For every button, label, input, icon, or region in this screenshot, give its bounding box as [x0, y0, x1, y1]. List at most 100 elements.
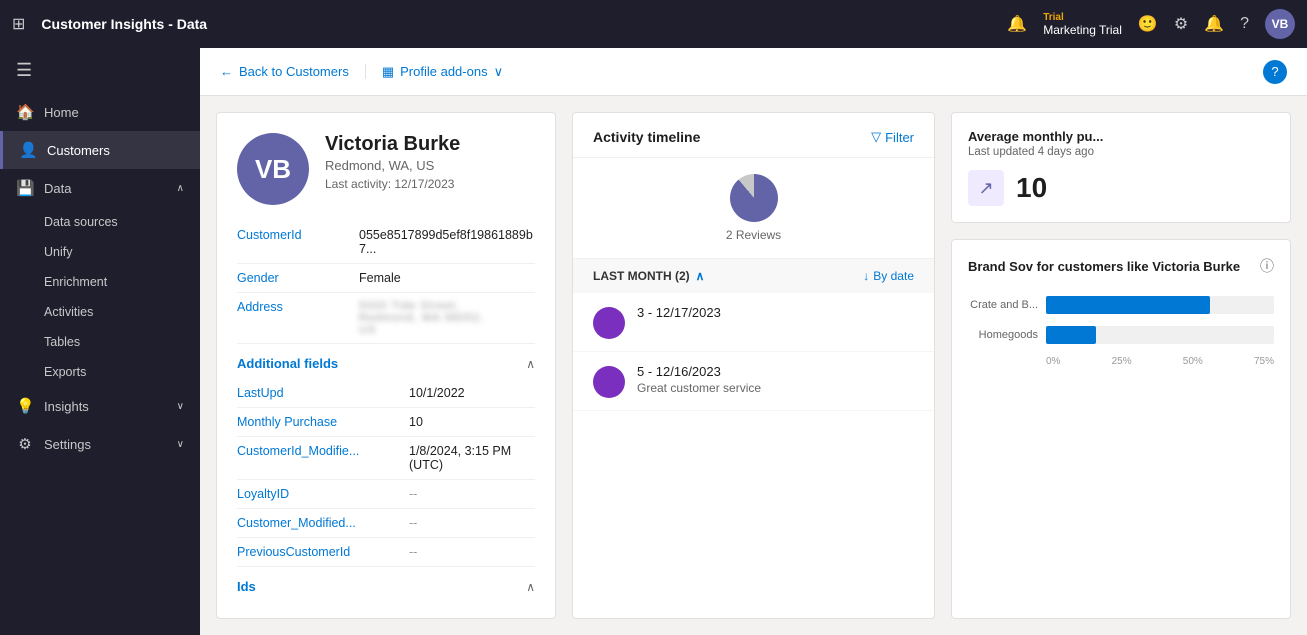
metric-card: Average monthly pu... Last updated 4 day… — [951, 112, 1291, 223]
add-field-customerid-modified: CustomerId_Modifie... 1/8/2024, 3:15 PM … — [237, 437, 535, 480]
user-avatar[interactable]: VB — [1265, 9, 1295, 39]
entry-title-0: 3 - 12/17/2023 — [637, 305, 721, 320]
sidebar-subitem-enrichment[interactable]: Enrichment — [0, 267, 200, 297]
sidebar-item-customers[interactable]: 👤 Customers — [0, 131, 200, 169]
brand-chart-title: Brand Sov for customers like Victoria Bu… — [968, 259, 1240, 274]
metric-value-row: ↗ 10 — [968, 170, 1274, 206]
bar-fill-0 — [1046, 296, 1210, 314]
timeline-entry-0: 3 - 12/17/2023 — [573, 293, 934, 352]
customerid-label: CustomerId — [237, 228, 347, 256]
by-date-button[interactable]: ↓ By date — [863, 269, 914, 283]
sidebar-label-settings: Settings — [44, 437, 167, 452]
main-layout: ☰ 🏠 Home 👤 Customers 💾 Data ∧ Data sourc… — [0, 48, 1307, 635]
bar-brand-label-0: Crate and B... — [968, 299, 1038, 311]
settings-nav-icon[interactable]: ⚙ — [1174, 14, 1188, 34]
field-row-customerid: CustomerId 055e8517899d5ef8f19861889b7..… — [237, 221, 535, 264]
bell-icon[interactable]: 🔔 — [1204, 14, 1224, 34]
trial-name: Marketing Trial — [1043, 23, 1122, 37]
add-field-previous-customerid: PreviousCustomerId -- — [237, 538, 535, 567]
sidebar: ☰ 🏠 Home 👤 Customers 💾 Data ∧ Data sourc… — [0, 48, 200, 635]
profile-addons-label: Profile add-ons — [400, 64, 487, 79]
by-date-label: By date — [873, 269, 914, 283]
emoji-icon[interactable]: 🙂 — [1138, 14, 1158, 34]
review-donut — [730, 174, 778, 222]
settings-icon: ⚙ — [16, 435, 34, 453]
entry-sub-1: Great customer service — [637, 381, 761, 395]
additional-fields: LastUpd 10/1/2022 Monthly Purchase 10 Cu… — [217, 379, 555, 567]
gender-value: Female — [359, 271, 401, 285]
ids-section-header[interactable]: Ids ∧ — [217, 567, 555, 602]
profile-addons-icon: ▦ — [382, 64, 394, 80]
month-chevron-icon: ∧ — [696, 269, 705, 283]
bar-brand-label-1: Homegoods — [968, 329, 1038, 341]
metric-subtitle: Last updated 4 days ago — [968, 146, 1274, 158]
brand-title-row: Brand Sov for customers like Victoria Bu… — [968, 256, 1274, 276]
sidebar-label-home: Home — [44, 105, 184, 120]
profile-info: Victoria Burke Redmond, WA, US Last acti… — [325, 133, 460, 191]
axis-25pct: 25% — [1112, 356, 1132, 367]
lastupd-value: 10/1/2022 — [409, 386, 465, 400]
address-label: Address — [237, 300, 347, 336]
timeline-entry-1: 5 - 12/16/2023 Great customer service — [573, 352, 934, 411]
sidebar-item-insights[interactable]: 💡 Insights ∨ — [0, 387, 200, 425]
sidebar-subitem-activities[interactable]: Activities — [0, 297, 200, 327]
loyaltyid-label: LoyaltyID — [237, 487, 397, 501]
entry-dot-1 — [593, 366, 625, 398]
monthly-purchase-value: 10 — [409, 415, 423, 429]
timeline-reviews: 2 Reviews — [573, 158, 934, 259]
ids-title: Ids — [237, 579, 256, 594]
sort-icon: ↓ — [863, 269, 869, 283]
entry-dot-0 — [593, 307, 625, 339]
settings-chevron-icon: ∨ — [177, 439, 184, 450]
help-icon[interactable]: ? — [1240, 15, 1249, 33]
back-to-customers-button[interactable]: ← Back to Customers — [220, 64, 366, 79]
grid-icon[interactable]: ⊞ — [12, 14, 25, 34]
add-field-loyaltyid: LoyaltyID -- — [237, 480, 535, 509]
sidebar-label-customers: Customers — [47, 143, 184, 158]
sidebar-label-insights: Insights — [44, 399, 167, 414]
timeline-month-header: LAST MONTH (2) ∧ ↓ By date — [573, 259, 934, 293]
field-row-gender: Gender Female — [237, 264, 535, 293]
sidebar-item-data[interactable]: 💾 Data ∧ — [0, 169, 200, 207]
address-value: 5000 Tide Street,Redmond, WA 98052,US — [359, 300, 484, 336]
sidebar-item-settings[interactable]: ⚙ Settings ∨ — [0, 425, 200, 463]
profile-addons-button[interactable]: ▦ Profile add-ons ∨ — [382, 64, 503, 80]
back-button-label: Back to Customers — [239, 64, 349, 79]
additional-fields-chevron-icon: ∧ — [526, 357, 535, 371]
hamburger-menu[interactable]: ☰ — [0, 48, 200, 93]
sidebar-subitem-exports[interactable]: Exports — [0, 357, 200, 387]
bar-axis: 0% 25% 50% 75% — [968, 356, 1274, 367]
axis-75pct: 75% — [1254, 356, 1274, 367]
help-circle-icon[interactable]: ? — [1263, 60, 1287, 84]
profile-fields: CustomerId 055e8517899d5ef8f19861889b7..… — [217, 221, 555, 344]
customers-icon: 👤 — [19, 141, 37, 159]
brand-info-icon[interactable]: ⓘ — [1260, 256, 1274, 276]
profile-header: VB Victoria Burke Redmond, WA, US Last a… — [217, 113, 555, 221]
gender-label: Gender — [237, 271, 347, 285]
customer-last-activity: Last activity: 12/17/2023 — [325, 177, 460, 191]
monthly-purchase-label: Monthly Purchase — [237, 415, 397, 429]
customer-location: Redmond, WA, US — [325, 158, 460, 173]
activity-timeline-card: Activity timeline ▽ Filter 2 Reviews LAS… — [572, 112, 935, 619]
top-nav: ⊞ Customer Insights - Data 🔔 Trial Marke… — [0, 0, 1307, 48]
previous-customerid-value: -- — [409, 545, 417, 559]
sidebar-subitem-tables[interactable]: Tables — [0, 327, 200, 357]
filter-button[interactable]: ▽ Filter — [871, 129, 914, 145]
metric-trend-icon: ↗ — [968, 170, 1004, 206]
sidebar-subitem-datasources[interactable]: Data sources — [0, 207, 200, 237]
content-area: ← Back to Customers ▦ Profile add-ons ∨ … — [200, 48, 1307, 635]
sidebar-label-data: Data — [44, 181, 167, 196]
trial-info: Trial Marketing Trial — [1043, 12, 1122, 37]
sidebar-item-home[interactable]: 🏠 Home — [0, 93, 200, 131]
add-field-lastupd: LastUpd 10/1/2022 — [237, 379, 535, 408]
sidebar-subitem-unify[interactable]: Unify — [0, 237, 200, 267]
insights-chevron-icon: ∨ — [177, 401, 184, 412]
customerid-value: 055e8517899d5ef8f19861889b7... — [359, 228, 535, 256]
alert-icon[interactable]: 🔔 — [1007, 14, 1027, 34]
lastupd-label: LastUpd — [237, 386, 397, 400]
axis-50pct: 50% — [1183, 356, 1203, 367]
entry-title-1: 5 - 12/16/2023 — [637, 364, 761, 379]
additional-fields-section-header[interactable]: Additional fields ∧ — [217, 344, 555, 379]
activity-timeline-title: Activity timeline — [593, 129, 700, 145]
sub-header: ← Back to Customers ▦ Profile add-ons ∨ … — [200, 48, 1307, 96]
